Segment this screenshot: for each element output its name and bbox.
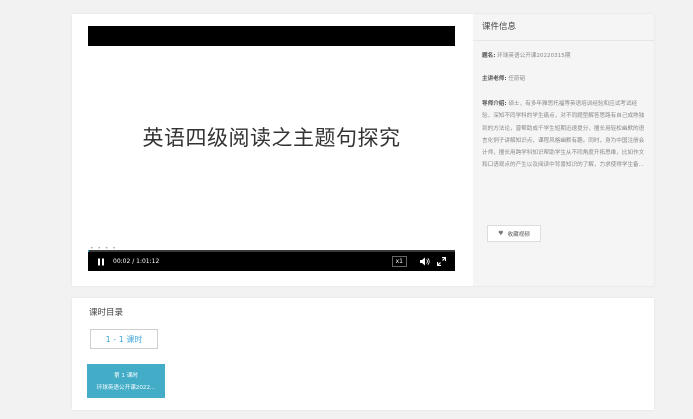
slide-title: 英语四级阅读之主题句探究 xyxy=(142,126,401,150)
lesson-directory: 课时目录 1 - 1 课时 第 1 课时 环球英语公开课2022... xyxy=(72,298,654,410)
teacher-value: 任蔚韬 xyxy=(508,76,526,82)
lesson-number: 第 1 课时 xyxy=(114,373,138,379)
title-value: 环球英语公开课20220315期 xyxy=(497,53,571,59)
info-header: 课件信息 xyxy=(473,14,654,41)
playback-rate-button[interactable]: x1 xyxy=(391,256,407,267)
pause-icon[interactable] xyxy=(95,252,107,271)
favorite-label: 收藏视频 xyxy=(507,231,530,238)
lesson-name: 环球英语公开课2022... xyxy=(96,385,156,391)
intro-label: 导师介绍: xyxy=(482,101,507,107)
lesson-card[interactable]: 第 1 课时 环球英语公开课2022... xyxy=(87,364,165,398)
video-letterbox-top xyxy=(88,26,455,46)
favorite-button[interactable]: ♥ 收藏视频 xyxy=(487,225,541,242)
title-label: 题名: xyxy=(482,53,496,59)
video-card: 英语四级阅读之主题句探究 • • • • 00:02 / 1:01:12 x1 … xyxy=(72,14,654,286)
heart-icon: ♥ xyxy=(498,230,504,237)
teacher-row: 主讲老师: 任蔚韬 xyxy=(473,74,534,82)
intro-value: 硕士，有多年雅思托福等英语培训经验和应试考试经验，深知不同学科的学生痛点，对不同… xyxy=(482,101,645,169)
intro-row: 导师介绍: 硕士，有多年雅思托福等英语培训经验和应试考试经验，深知不同学科的学生… xyxy=(473,98,654,172)
course-info-panel: 课件信息 题名: 环球英语公开课20220315期 主讲老师: 任蔚韬 导师介绍… xyxy=(473,14,654,286)
control-bar: 00:02 / 1:01:12 x1 xyxy=(88,252,455,271)
course-title-row: 题名: 环球英语公开课20220315期 xyxy=(473,51,579,59)
directory-title: 课时目录 xyxy=(89,308,124,318)
video-player[interactable]: 英语四级阅读之主题句探究 • • • • 00:02 / 1:01:12 x1 xyxy=(72,14,473,286)
fullscreen-icon[interactable] xyxy=(435,256,447,268)
volume-icon[interactable] xyxy=(419,256,431,268)
time-display: 00:02 / 1:01:12 xyxy=(113,258,160,265)
teacher-label: 主讲老师: xyxy=(482,76,507,82)
lesson-range-button[interactable]: 1 - 1 课时 xyxy=(90,329,158,349)
